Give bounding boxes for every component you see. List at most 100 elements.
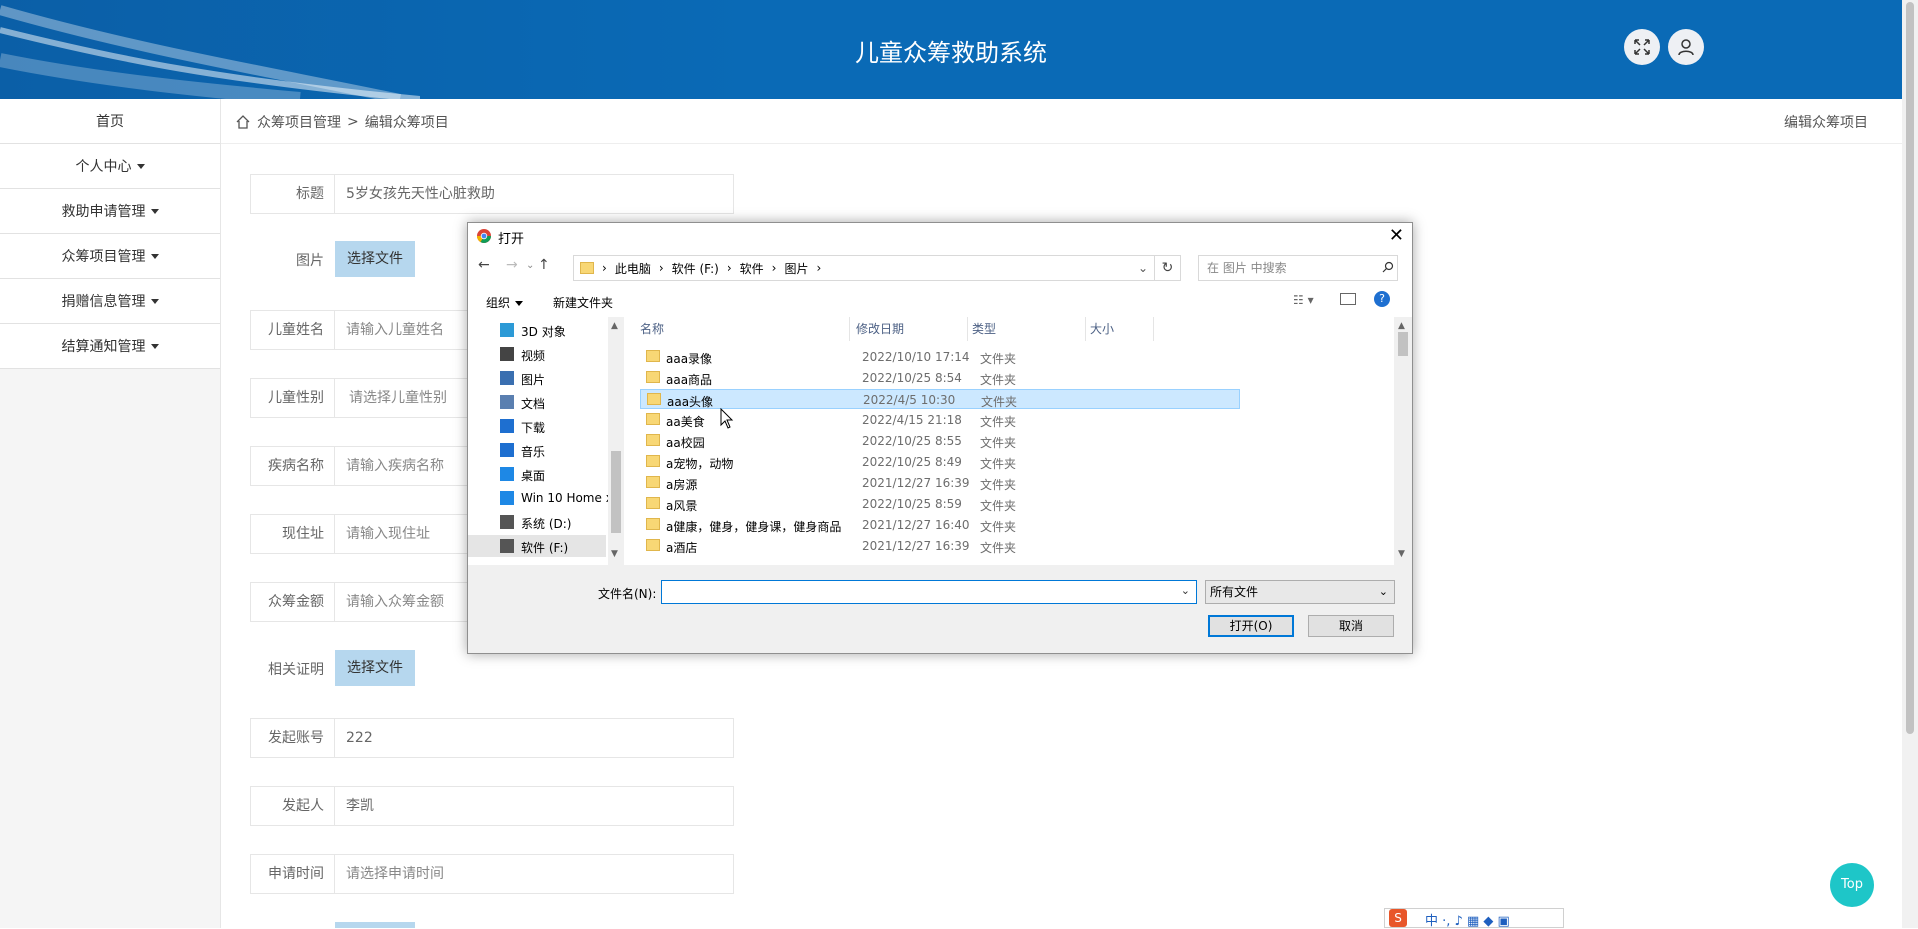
nav-item[interactable]: 视频 (468, 343, 606, 365)
nav-item[interactable]: 下载 (468, 415, 606, 437)
nav-item[interactable]: 软件 (F:) (468, 535, 606, 557)
address-input[interactable]: 请输入现住址 (346, 515, 430, 553)
path-segment[interactable]: 此电脑 (615, 260, 651, 277)
recent-chevron-icon[interactable]: ⌄ (526, 260, 534, 271)
scroll-up-icon[interactable]: ▲ (611, 321, 618, 331)
account-input[interactable]: 222 (346, 719, 373, 757)
dialog-search-input[interactable]: 在 图片 中搜索 (1198, 255, 1398, 281)
path-segment[interactable]: 软件 (740, 260, 764, 277)
home-icon[interactable] (235, 114, 251, 130)
file-row[interactable]: a健康，健身，健身课，健身商品 2021/12/27 16:40 文件夹 (640, 515, 1240, 535)
choose-proof-button[interactable]: 选择文件 (335, 650, 415, 686)
nav-item[interactable]: 桌面 (468, 463, 606, 485)
ime-icons[interactable]: 中 ·, ♪ ▦ ◆ ▣ (1425, 910, 1510, 929)
sidebar-item-crowdfund[interactable]: 众筹项目管理 (0, 234, 220, 279)
file-list-scroll-thumb[interactable] (1398, 332, 1408, 356)
refresh-icon[interactable]: ↻ (1155, 255, 1181, 281)
file-row[interactable]: aaa商品 2022/10/25 8:54 文件夹 (640, 368, 1240, 388)
column-name[interactable]: 名称 (624, 317, 850, 341)
file-row[interactable]: aaa头像 2022/4/5 10:30 文件夹 (640, 389, 1240, 409)
filename-input[interactable]: ⌄ (661, 580, 1197, 604)
column-size[interactable]: 大小 (1086, 317, 1154, 341)
close-icon[interactable]: ✕ (1389, 225, 1404, 246)
disease-input[interactable]: 请输入疾病名称 (346, 447, 444, 485)
file-date: 2022/10/25 8:55 (862, 434, 962, 448)
caret-down-icon (136, 163, 145, 169)
column-date[interactable]: 修改日期 (850, 317, 968, 341)
nav-item[interactable]: 音乐 (468, 439, 606, 461)
chevron-down-icon[interactable]: ⌄ (1181, 584, 1190, 597)
file-row[interactable]: a宠物，动物 2022/10/25 8:49 文件夹 (640, 452, 1240, 472)
app-header: 儿童众筹救助系统 (0, 0, 1902, 99)
dialog-footer: 文件名(N): ⌄ 所有文件 ⌄ 打开(O) 取消 (468, 565, 1412, 653)
file-date: 2021/12/27 16:39 (862, 476, 970, 490)
page-scrollbar-thumb[interactable] (1906, 2, 1914, 734)
nav-item[interactable]: 文档 (468, 391, 606, 413)
scroll-down-icon[interactable]: ▼ (611, 549, 618, 559)
sidebar-item-donation[interactable]: 捐赠信息管理 (0, 279, 220, 324)
chevron-down-icon[interactable]: ⌄ (1138, 261, 1148, 275)
cancel-button[interactable]: 取消 (1308, 615, 1394, 637)
child-gender-select[interactable]: 请选择儿童性别 (349, 379, 447, 417)
preview-pane-icon[interactable] (1340, 293, 1356, 305)
nav-item[interactable]: 系统 (D:) (468, 511, 606, 533)
view-options-icon[interactable]: ☷ ▾ (1293, 293, 1314, 307)
path-segment[interactable]: 图片 (784, 260, 808, 277)
sidebar-item-personal[interactable]: 个人中心 (0, 144, 220, 189)
help-icon[interactable]: ? (1374, 291, 1390, 307)
sidebar-item-aid-apply[interactable]: 救助申请管理 (0, 189, 220, 234)
column-type[interactable]: 类型 (968, 317, 1086, 341)
page-scrollbar[interactable] (1902, 0, 1918, 928)
sidebar-item-label: 捐赠信息管理 (61, 294, 146, 310)
chevron-right-icon: › (771, 261, 777, 275)
scroll-up-icon[interactable]: ▲ (1398, 321, 1405, 331)
scroll-down-icon[interactable]: ▼ (1398, 549, 1405, 559)
file-list-scrollbar[interactable]: ▲ ▼ (1394, 317, 1412, 565)
back-arrow-icon[interactable]: ← (478, 257, 490, 273)
file-type: 文件夹 (980, 352, 1017, 366)
file-row[interactable]: aa校园 2022/10/25 8:55 文件夹 (640, 431, 1240, 451)
file-row[interactable]: aaa录像 2022/10/10 17:14 文件夹 (640, 347, 1240, 367)
sidebar-item-home[interactable]: 首页 (0, 99, 220, 144)
amount-input[interactable]: 请输入众筹金额 (346, 583, 444, 621)
field-label: 发起账号 (251, 719, 335, 757)
nav-item[interactable]: 3D 对象 (468, 319, 606, 341)
file-type: 文件夹 (980, 373, 1017, 387)
proof-field: 相关证明 选择文件 (250, 650, 734, 690)
user-button[interactable] (1668, 29, 1704, 65)
path-segment[interactable]: 软件 (F:) (672, 260, 719, 277)
title-input[interactable]: 5岁女孩先天性心脏救助 (346, 175, 495, 213)
field-label: 相关证明 (268, 662, 324, 678)
fullscreen-button[interactable] (1624, 29, 1660, 65)
file-list: 名称 修改日期 类型 大小 ^ aaa录像 2022/10/10 17:14 文件夹… (624, 317, 1394, 565)
music-icon (500, 443, 514, 457)
user-icon (1678, 39, 1694, 56)
back-to-top-button[interactable]: Top (1830, 863, 1874, 907)
file-row[interactable]: a房源 2021/12/27 16:39 文件夹 (640, 473, 1240, 493)
file-row[interactable]: a酒店 2021/12/27 16:39 文件夹 (640, 536, 1240, 556)
organize-button[interactable]: 组织 (486, 294, 524, 311)
choose-image-button[interactable]: 选择文件 (335, 241, 415, 277)
forward-arrow-icon[interactable]: → (506, 257, 518, 273)
navigation-pane-scrollbar[interactable]: ▲ ▼ (608, 317, 624, 565)
sogou-logo-icon: S (1389, 909, 1407, 927)
open-button[interactable]: 打开(O) (1208, 615, 1294, 637)
field-label: 儿童性别 (251, 379, 335, 417)
breadcrumb-section[interactable]: 众筹项目管理 (257, 112, 341, 132)
computer-icon (500, 491, 514, 505)
filetype-select[interactable]: 所有文件 ⌄ (1205, 580, 1395, 604)
apply-time-input[interactable]: 请选择申请时间 (346, 855, 444, 893)
sidebar-item-settlement[interactable]: 结算通知管理 (0, 324, 220, 369)
dialog-titlebar[interactable]: 打开 ✕ (468, 223, 1412, 249)
partial-button[interactable] (335, 922, 415, 928)
navigation-pane-scroll-thumb[interactable] (611, 451, 621, 533)
child-name-input[interactable]: 请输入儿童姓名 (346, 311, 444, 349)
file-row[interactable]: a风景 2022/10/25 8:59 文件夹 (640, 494, 1240, 514)
nav-item[interactable]: Win 10 Home x (468, 487, 608, 509)
up-arrow-icon[interactable]: ↑ (538, 257, 550, 273)
initiator-input[interactable]: 李凯 (346, 787, 374, 825)
nav-item[interactable]: 图片 (468, 367, 606, 389)
folder-icon (646, 434, 660, 446)
address-bar[interactable]: › 此电脑 › 软件 (F:) › 软件 › 图片 › ⌄ (573, 255, 1155, 281)
new-folder-button[interactable]: 新建文件夹 (553, 294, 613, 311)
